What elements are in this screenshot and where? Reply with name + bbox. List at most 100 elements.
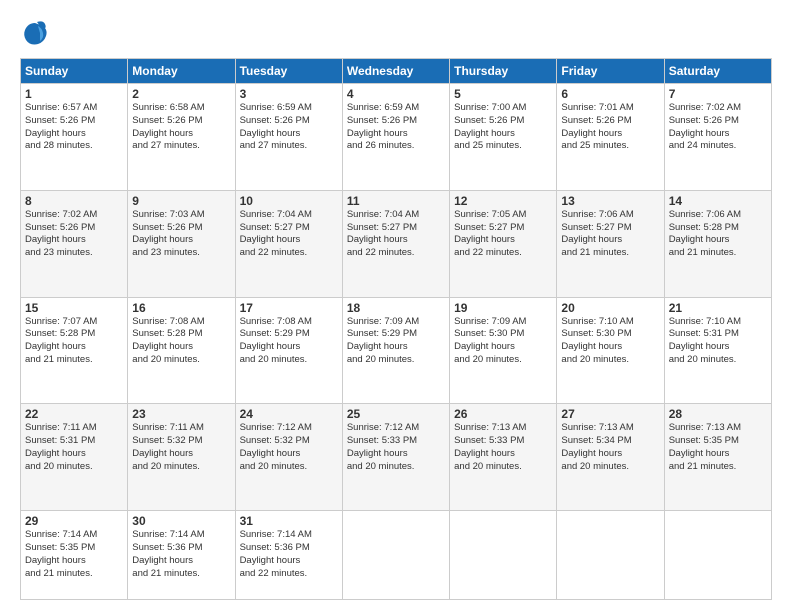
day-info: Sunrise: 7:11 AM Sunset: 5:32 PM Dayligh… <box>132 422 230 473</box>
day-info: Sunrise: 7:13 AM Sunset: 5:33 PM Dayligh… <box>454 422 552 473</box>
table-row: 17 Sunrise: 7:08 AM Sunset: 5:29 PM Dayl… <box>235 297 342 404</box>
calendar-page: Sunday Monday Tuesday Wednesday Thursday… <box>0 0 792 612</box>
col-friday: Friday <box>557 59 664 84</box>
day-number: 13 <box>561 194 659 208</box>
day-number: 14 <box>669 194 767 208</box>
empty-cell <box>342 511 449 600</box>
col-sunday: Sunday <box>21 59 128 84</box>
day-info: Sunrise: 7:03 AM Sunset: 5:26 PM Dayligh… <box>132 209 230 260</box>
table-row: 9 Sunrise: 7:03 AM Sunset: 5:26 PM Dayli… <box>128 190 235 297</box>
calendar-header-row: Sunday Monday Tuesday Wednesday Thursday… <box>21 59 772 84</box>
table-row: 4 Sunrise: 6:59 AM Sunset: 5:26 PM Dayli… <box>342 84 449 191</box>
table-row: 14 Sunrise: 7:06 AM Sunset: 5:28 PM Dayl… <box>664 190 771 297</box>
day-info: Sunrise: 7:09 AM Sunset: 5:29 PM Dayligh… <box>347 316 445 367</box>
day-number: 4 <box>347 87 445 101</box>
empty-cell <box>557 511 664 600</box>
logo-icon <box>20 18 50 48</box>
table-row: 27 Sunrise: 7:13 AM Sunset: 5:34 PM Dayl… <box>557 404 664 511</box>
table-row: 23 Sunrise: 7:11 AM Sunset: 5:32 PM Dayl… <box>128 404 235 511</box>
table-row: 10 Sunrise: 7:04 AM Sunset: 5:27 PM Dayl… <box>235 190 342 297</box>
table-row: 18 Sunrise: 7:09 AM Sunset: 5:29 PM Dayl… <box>342 297 449 404</box>
day-info: Sunrise: 6:57 AM Sunset: 5:26 PM Dayligh… <box>25 102 123 153</box>
col-wednesday: Wednesday <box>342 59 449 84</box>
day-number: 3 <box>240 87 338 101</box>
day-number: 21 <box>669 301 767 315</box>
day-number: 6 <box>561 87 659 101</box>
day-number: 25 <box>347 407 445 421</box>
table-row: 13 Sunrise: 7:06 AM Sunset: 5:27 PM Dayl… <box>557 190 664 297</box>
table-row: 7 Sunrise: 7:02 AM Sunset: 5:26 PM Dayli… <box>664 84 771 191</box>
day-number: 31 <box>240 514 338 528</box>
table-row: 3 Sunrise: 6:59 AM Sunset: 5:26 PM Dayli… <box>235 84 342 191</box>
logo <box>20 18 54 48</box>
empty-cell <box>450 511 557 600</box>
day-info: Sunrise: 6:59 AM Sunset: 5:26 PM Dayligh… <box>240 102 338 153</box>
day-info: Sunrise: 7:09 AM Sunset: 5:30 PM Dayligh… <box>454 316 552 367</box>
calendar-week-row: 29 Sunrise: 7:14 AM Sunset: 5:35 PM Dayl… <box>21 511 772 600</box>
table-row: 11 Sunrise: 7:04 AM Sunset: 5:27 PM Dayl… <box>342 190 449 297</box>
day-info: Sunrise: 7:14 AM Sunset: 5:36 PM Dayligh… <box>240 529 338 580</box>
table-row: 12 Sunrise: 7:05 AM Sunset: 5:27 PM Dayl… <box>450 190 557 297</box>
day-number: 10 <box>240 194 338 208</box>
day-number: 26 <box>454 407 552 421</box>
day-info: Sunrise: 7:08 AM Sunset: 5:29 PM Dayligh… <box>240 316 338 367</box>
day-info: Sunrise: 7:01 AM Sunset: 5:26 PM Dayligh… <box>561 102 659 153</box>
table-row: 30 Sunrise: 7:14 AM Sunset: 5:36 PM Dayl… <box>128 511 235 600</box>
col-saturday: Saturday <box>664 59 771 84</box>
day-number: 8 <box>25 194 123 208</box>
calendar-week-row: 15 Sunrise: 7:07 AM Sunset: 5:28 PM Dayl… <box>21 297 772 404</box>
table-row: 20 Sunrise: 7:10 AM Sunset: 5:30 PM Dayl… <box>557 297 664 404</box>
table-row: 31 Sunrise: 7:14 AM Sunset: 5:36 PM Dayl… <box>235 511 342 600</box>
day-number: 7 <box>669 87 767 101</box>
day-number: 23 <box>132 407 230 421</box>
day-number: 12 <box>454 194 552 208</box>
table-row: 25 Sunrise: 7:12 AM Sunset: 5:33 PM Dayl… <box>342 404 449 511</box>
table-row: 8 Sunrise: 7:02 AM Sunset: 5:26 PM Dayli… <box>21 190 128 297</box>
table-row: 2 Sunrise: 6:58 AM Sunset: 5:26 PM Dayli… <box>128 84 235 191</box>
day-info: Sunrise: 7:04 AM Sunset: 5:27 PM Dayligh… <box>240 209 338 260</box>
day-info: Sunrise: 7:13 AM Sunset: 5:34 PM Dayligh… <box>561 422 659 473</box>
calendar-week-row: 1 Sunrise: 6:57 AM Sunset: 5:26 PM Dayli… <box>21 84 772 191</box>
table-row: 21 Sunrise: 7:10 AM Sunset: 5:31 PM Dayl… <box>664 297 771 404</box>
calendar-table: Sunday Monday Tuesday Wednesday Thursday… <box>20 58 772 600</box>
day-info: Sunrise: 7:06 AM Sunset: 5:27 PM Dayligh… <box>561 209 659 260</box>
day-number: 19 <box>454 301 552 315</box>
table-row: 16 Sunrise: 7:08 AM Sunset: 5:28 PM Dayl… <box>128 297 235 404</box>
day-number: 29 <box>25 514 123 528</box>
day-info: Sunrise: 7:12 AM Sunset: 5:33 PM Dayligh… <box>347 422 445 473</box>
day-info: Sunrise: 7:02 AM Sunset: 5:26 PM Dayligh… <box>25 209 123 260</box>
day-number: 1 <box>25 87 123 101</box>
day-number: 24 <box>240 407 338 421</box>
day-info: Sunrise: 7:02 AM Sunset: 5:26 PM Dayligh… <box>669 102 767 153</box>
table-row: 28 Sunrise: 7:13 AM Sunset: 5:35 PM Dayl… <box>664 404 771 511</box>
day-info: Sunrise: 6:59 AM Sunset: 5:26 PM Dayligh… <box>347 102 445 153</box>
day-number: 27 <box>561 407 659 421</box>
day-info: Sunrise: 7:14 AM Sunset: 5:36 PM Dayligh… <box>132 529 230 580</box>
day-info: Sunrise: 7:10 AM Sunset: 5:31 PM Dayligh… <box>669 316 767 367</box>
day-info: Sunrise: 7:11 AM Sunset: 5:31 PM Dayligh… <box>25 422 123 473</box>
day-number: 11 <box>347 194 445 208</box>
day-number: 16 <box>132 301 230 315</box>
day-info: Sunrise: 7:04 AM Sunset: 5:27 PM Dayligh… <box>347 209 445 260</box>
day-info: Sunrise: 7:12 AM Sunset: 5:32 PM Dayligh… <box>240 422 338 473</box>
day-number: 22 <box>25 407 123 421</box>
day-info: Sunrise: 7:13 AM Sunset: 5:35 PM Dayligh… <box>669 422 767 473</box>
day-number: 18 <box>347 301 445 315</box>
day-number: 2 <box>132 87 230 101</box>
day-info: Sunrise: 6:58 AM Sunset: 5:26 PM Dayligh… <box>132 102 230 153</box>
empty-cell <box>664 511 771 600</box>
table-row: 15 Sunrise: 7:07 AM Sunset: 5:28 PM Dayl… <box>21 297 128 404</box>
day-info: Sunrise: 7:05 AM Sunset: 5:27 PM Dayligh… <box>454 209 552 260</box>
day-number: 17 <box>240 301 338 315</box>
day-info: Sunrise: 7:10 AM Sunset: 5:30 PM Dayligh… <box>561 316 659 367</box>
day-number: 30 <box>132 514 230 528</box>
col-monday: Monday <box>128 59 235 84</box>
col-tuesday: Tuesday <box>235 59 342 84</box>
day-number: 9 <box>132 194 230 208</box>
col-thursday: Thursday <box>450 59 557 84</box>
day-info: Sunrise: 7:06 AM Sunset: 5:28 PM Dayligh… <box>669 209 767 260</box>
table-row: 26 Sunrise: 7:13 AM Sunset: 5:33 PM Dayl… <box>450 404 557 511</box>
calendar-week-row: 22 Sunrise: 7:11 AM Sunset: 5:31 PM Dayl… <box>21 404 772 511</box>
day-info: Sunrise: 7:00 AM Sunset: 5:26 PM Dayligh… <box>454 102 552 153</box>
day-number: 15 <box>25 301 123 315</box>
